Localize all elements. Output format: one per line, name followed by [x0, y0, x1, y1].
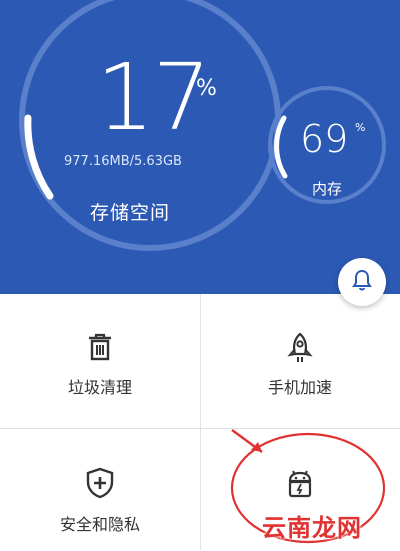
- storage-label[interactable]: 存储空间: [90, 198, 210, 225]
- storage-gauge-fill: [24, 114, 54, 200]
- shield-plus-icon: [85, 467, 115, 503]
- security-privacy-tile[interactable]: 安全和隐私: [0, 429, 200, 551]
- watermark-text: 云南龙网: [262, 514, 362, 542]
- memory-gauge-fill: [274, 115, 288, 179]
- memory-percent: 69: [300, 117, 349, 161]
- android-bag-icon: [284, 467, 316, 503]
- memory-label[interactable]: 内存: [312, 178, 352, 199]
- junk-clean-label: 垃圾清理: [67, 378, 132, 397]
- trash-icon: [85, 332, 115, 366]
- rocket-icon: [285, 332, 315, 368]
- storage-detail: 977.16MB/5.63GB: [64, 154, 182, 169]
- security-privacy-label: 安全和隐私: [59, 515, 140, 534]
- memory-percent-symbol: %: [355, 121, 366, 134]
- bell-icon: [352, 269, 372, 295]
- status-header: 17 % 977.16MB/5.63GB 存储空间 69 % 内存: [0, 0, 400, 294]
- storage-percent-symbol: %: [196, 76, 217, 101]
- notification-button[interactable]: [338, 258, 386, 306]
- storage-percent: 17: [96, 44, 211, 151]
- phone-boost-tile[interactable]: 手机加速: [200, 294, 400, 428]
- phone-boost-label: 手机加速: [267, 378, 332, 397]
- junk-clean-tile[interactable]: 垃圾清理: [0, 294, 200, 428]
